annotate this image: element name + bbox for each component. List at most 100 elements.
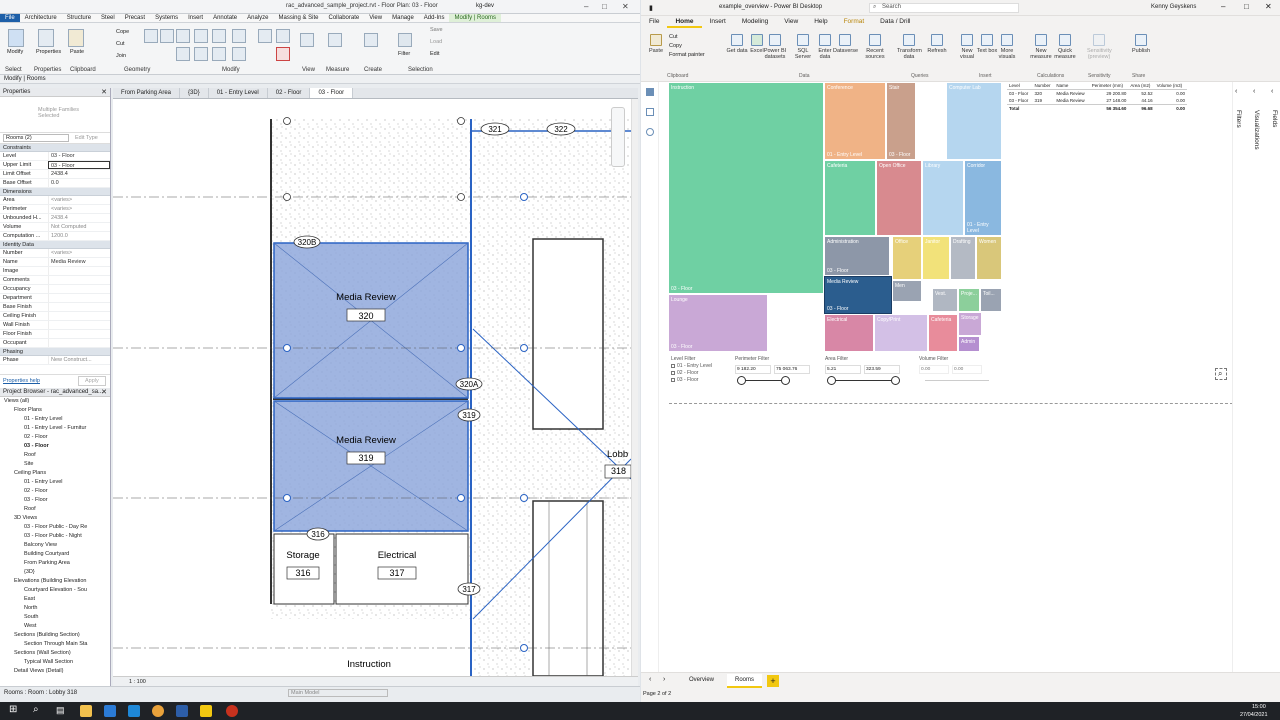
collapse-icon[interactable]: ‹ (1235, 88, 1237, 95)
level-option[interactable]: 03 - Floor (671, 376, 731, 383)
ribbon-button[interactable]: Power BI datasets (763, 34, 787, 60)
cope-button[interactable]: Cope (116, 29, 129, 35)
ribbon-tab[interactable]: Insert (702, 16, 734, 28)
property-value[interactable]: Media Review (48, 258, 110, 266)
join-button[interactable]: Join (116, 53, 126, 59)
table-header-cell[interactable]: Volume (m3) (1154, 82, 1187, 90)
table-header-cell[interactable]: Perimeter (mm) (1089, 82, 1129, 90)
minimize-icon[interactable]: – (1221, 2, 1225, 11)
page-tab-overview[interactable]: Overview (681, 674, 722, 686)
format-painter-button[interactable]: Format painter (669, 52, 705, 58)
treemap-tile[interactable]: Office (892, 236, 922, 280)
cut-button[interactable]: Cut (669, 34, 678, 40)
treemap-tile[interactable]: Women (976, 236, 1002, 280)
property-value[interactable]: 2438.4 (48, 214, 110, 222)
type-selector[interactable]: Multiple Families Selected (0, 97, 110, 133)
powerbi-icon[interactable] (200, 705, 212, 717)
browser-item[interactable]: Elevations (Building Elevation (0, 577, 110, 586)
room-number-label[interactable]: 318 (611, 466, 626, 476)
ribbon-tab[interactable]: Precast (120, 14, 150, 22)
slicer-max-input[interactable]: 323.59 (864, 365, 900, 374)
browser-item[interactable]: Roof (0, 505, 110, 514)
treemap-tile[interactable]: Corridor 01 - Entry Level (964, 160, 1002, 236)
ribbon-tab[interactable]: View (364, 14, 387, 22)
ribbon-tab[interactable]: File (0, 14, 20, 22)
floor-plan-canvas[interactable]: Media Review 320 Media Review 319 Storag… (113, 99, 631, 676)
revit-user[interactable]: kg-dev (476, 3, 494, 9)
data-view-icon[interactable] (646, 108, 654, 116)
group-view[interactable]: View (302, 67, 315, 73)
treemap-tile[interactable]: Media Review 03 - Floor (824, 276, 892, 314)
ribbon-tab[interactable]: Annotate (208, 14, 242, 22)
ribbon-button[interactable]: Sensitivity (preview) (1087, 34, 1112, 60)
property-value[interactable]: Not Computed (48, 223, 110, 231)
room-number-label[interactable]: 320 (358, 311, 373, 321)
view-tab[interactable]: From Parking Area (113, 88, 181, 98)
search-icon[interactable]: ⌕ (33, 704, 39, 715)
browser-item[interactable]: Ceiling Plans (0, 469, 110, 478)
treemap-tile[interactable]: Drafting (950, 236, 976, 280)
close-icon[interactable]: ✕ (101, 88, 107, 96)
room-tag[interactable]: 319 (462, 411, 476, 420)
treemap-tile[interactable]: Computer Lab (946, 82, 1002, 160)
collapse-icon[interactable]: ‹ (1253, 88, 1255, 95)
vscode-icon[interactable] (128, 705, 140, 717)
view-tool-icon[interactable] (300, 33, 314, 47)
level-option[interactable]: 02 - Floor (671, 369, 731, 376)
browser-item[interactable]: West (0, 622, 110, 631)
slicer-range[interactable] (919, 374, 1004, 386)
close-icon[interactable]: ✕ (101, 388, 107, 396)
treemap-tile[interactable]: Lounge 03 - Floor (668, 294, 768, 352)
room-number-label[interactable]: 316 (295, 568, 310, 578)
edit-selection-button[interactable]: Edit (430, 51, 439, 57)
revit-icon[interactable] (176, 705, 188, 717)
scale-tool-icon[interactable] (276, 29, 290, 43)
table-header-cell[interactable]: Area (m2) (1128, 82, 1155, 90)
room-tag[interactable]: 320B (298, 238, 317, 247)
navigation-bar[interactable] (611, 107, 625, 167)
trim-tool-icon[interactable] (232, 29, 246, 43)
ribbon-button[interactable]: Publish (1129, 34, 1153, 54)
ribbon-button[interactable]: Refresh (925, 34, 949, 54)
minimize-icon[interactable]: – (584, 2, 588, 11)
browser-item[interactable]: 02 - Floor (0, 433, 110, 442)
page-tab-rooms[interactable]: Rooms (727, 674, 763, 688)
property-value[interactable]: 2438.4 (48, 170, 110, 178)
load-selection-button[interactable]: Load (430, 39, 442, 45)
checkbox[interactable] (671, 363, 675, 368)
group-create[interactable]: Create (364, 67, 382, 73)
browser-item[interactable]: Courtyard Elevation - Sou (0, 586, 110, 595)
ribbon-button[interactable]: Transform data (897, 34, 922, 60)
group-selection[interactable]: Selection (408, 67, 433, 73)
ribbon-button[interactable]: Dataverse (833, 34, 858, 54)
room-number-label[interactable]: 317 (389, 568, 404, 578)
property-section-header[interactable]: Constraints (0, 144, 110, 152)
property-value[interactable]: 0.0 (48, 179, 110, 187)
slider-handle[interactable] (827, 376, 836, 385)
slicer-range[interactable] (825, 374, 910, 386)
ribbon-tab[interactable]: View (776, 16, 806, 28)
browser-item[interactable]: Section Through Main Sta (0, 640, 110, 649)
apply-button[interactable]: Apply (78, 376, 106, 386)
filter-icon[interactable] (398, 33, 412, 47)
slider-handle[interactable] (781, 376, 790, 385)
file-explorer-icon[interactable] (80, 705, 92, 717)
browser-item[interactable]: 01 - Entry Level - Furnitur (0, 424, 110, 433)
treemap-tile[interactable]: Vest. (932, 288, 958, 312)
browser-item[interactable]: Roof (0, 451, 110, 460)
collapse-icon[interactable]: ‹ (1271, 88, 1273, 95)
table-header-cell[interactable]: Name (1054, 82, 1090, 90)
ribbon-tab[interactable]: Home (667, 16, 702, 28)
slicer-min-input[interactable]: 0.00 (919, 365, 949, 374)
property-value[interactable]: <varies> (48, 205, 110, 213)
paste-button[interactable]: Paste (645, 34, 667, 54)
rotate-tool-icon[interactable] (212, 47, 226, 61)
properties-tool-icon[interactable] (38, 29, 54, 47)
treemap-tile[interactable]: Storage (958, 312, 982, 336)
area-filter-slicer[interactable]: Area Filter 5.21 323.59 (825, 356, 910, 386)
property-value[interactable] (48, 303, 110, 311)
view-scale[interactable]: 1 : 100 (129, 679, 146, 685)
treemap-tile[interactable]: Cafeteria (928, 314, 958, 352)
browser-item[interactable]: {3D} (0, 568, 110, 577)
measure-tool-icon[interactable] (328, 33, 342, 47)
